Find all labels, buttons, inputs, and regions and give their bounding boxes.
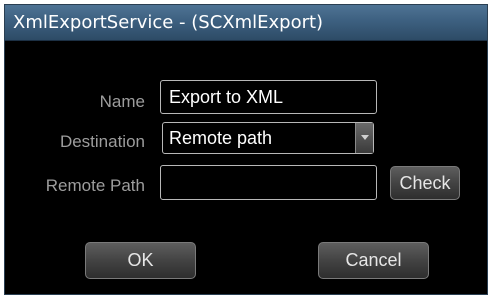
- destination-selected-value: Remote path: [169, 128, 273, 148]
- remote-path-field[interactable]: [160, 165, 377, 200]
- destination-select[interactable]: Remote path: [162, 122, 374, 154]
- window-title: XmlExportService - (SCXmlExport): [13, 12, 324, 33]
- ok-button[interactable]: OK: [85, 242, 196, 279]
- name-field-value: Export to XML: [169, 87, 284, 107]
- name-label: Name: [99, 92, 145, 111]
- destination-label: Destination: [59, 132, 145, 151]
- destination-dropdown-button[interactable]: [355, 123, 373, 153]
- export-dialog: XmlExportService - (SCXmlExport) Name Ex…: [4, 4, 488, 295]
- remote-path-label: Remote Path: [45, 176, 145, 195]
- check-button[interactable]: Check: [390, 166, 460, 200]
- chevron-down-icon: [361, 135, 369, 140]
- cancel-button[interactable]: Cancel: [318, 242, 429, 279]
- title-bar[interactable]: XmlExportService - (SCXmlExport): [5, 5, 487, 41]
- name-field[interactable]: Export to XML: [160, 80, 377, 114]
